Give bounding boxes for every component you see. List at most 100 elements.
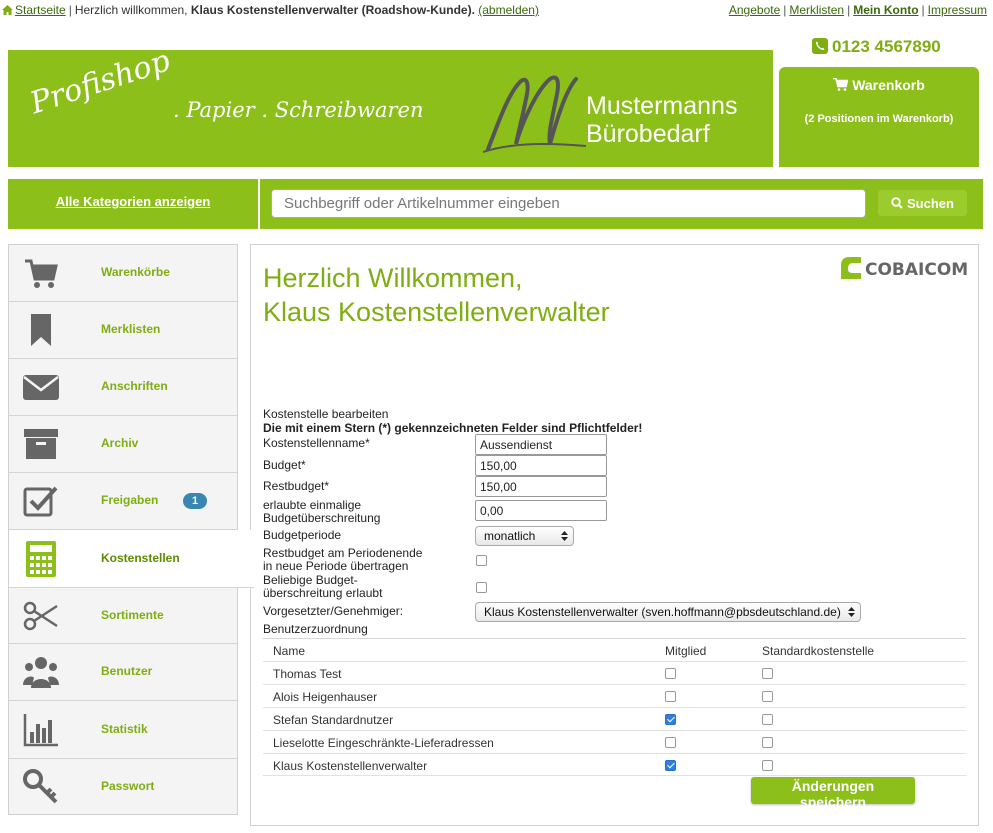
sidebar-item-label: Archiv [101, 436, 139, 450]
cobaicom-logo-text: COBAICOM [865, 260, 968, 279]
rest-budget-input[interactable] [475, 476, 607, 497]
cobaicom-logo: COBAICOM [841, 257, 968, 279]
key-icon [23, 769, 58, 804]
logo-brand-line1: Mustermanns [586, 92, 738, 120]
sidebar-item-users[interactable]: Benutzer [9, 644, 237, 701]
offers-link[interactable]: Angebote [729, 3, 780, 17]
header-default-cost-center: Standardkostenstelle [762, 644, 875, 658]
select-arrows-icon [561, 531, 568, 541]
sidebar-item-label: Benutzer [101, 664, 153, 678]
budget-period-value: monatlich [484, 529, 536, 543]
any-overrun-checkbox[interactable] [476, 582, 487, 593]
default-cost-center-checkbox[interactable] [762, 668, 773, 679]
overrun-once-label-line2: Budgetüberschreitung [263, 511, 381, 525]
budget-label: Budget* [263, 458, 306, 472]
cart-title: Warenkorb [779, 77, 979, 93]
table-row: Alois Heigenhauser [263, 684, 966, 707]
required-fields-notice: Die mit einem Stern (*) gekennzeichneten… [263, 421, 643, 435]
bookmark-icon [31, 314, 51, 346]
name-label: Kostenstellenname* [263, 436, 370, 450]
header-banner[interactable]: Profishop . Papier . Schreibwaren Muster… [8, 50, 773, 167]
table-row: Thomas Test [263, 661, 966, 684]
sidebar-item-archive[interactable]: Archiv [9, 416, 237, 473]
users-icon [23, 657, 59, 688]
search-bar: Suchen [260, 179, 983, 229]
member-checkbox[interactable] [665, 737, 676, 748]
header-member: Mitglied [665, 644, 707, 658]
cart-icon [25, 259, 58, 288]
member-checkbox[interactable] [665, 760, 676, 771]
any-overrun-label: Beliebige Budget- überschreitung erlaubt [263, 574, 382, 600]
home-link[interactable]: Startseite [15, 3, 66, 17]
approver-select[interactable]: Klaus Kostenstellenverwalter (sven.hoffm… [475, 602, 861, 622]
approver-label: Vorgesetzter/Genehmiger: [263, 604, 404, 618]
wishlists-link[interactable]: Merklisten [789, 3, 844, 17]
sidebar-item-label: Freigaben [101, 493, 159, 507]
default-cost-center-checkbox[interactable] [762, 737, 773, 748]
sidebar-item-approvals[interactable]: Freigaben 1 [9, 473, 237, 530]
welcome-line2: Klaus Kostenstellenverwalter [263, 297, 610, 327]
separator: | [847, 3, 851, 17]
logo-tagline: . Papier . Schreibwaren [173, 98, 424, 122]
separator: | [921, 3, 925, 17]
user-name-cell: Alois Heigenhauser [273, 690, 378, 704]
search-button-label: Suchen [907, 195, 954, 211]
budget-period-select[interactable]: monatlich [475, 526, 574, 546]
search-button[interactable]: Suchen [878, 190, 967, 216]
phone-number: 0123 4567890 [812, 37, 941, 57]
page-title: Herzlich Willkommen, Klaus Kostenstellen… [263, 261, 610, 329]
member-checkbox[interactable] [665, 714, 676, 725]
sidebar-item-addresses[interactable]: Anschriften [9, 359, 237, 416]
greeting-text: Herzlich willkommen, [74, 3, 188, 17]
all-categories-button[interactable]: Alle Kategorien anzeigen [8, 179, 258, 229]
user-name-cell: Stefan Standardnutzer [273, 713, 394, 727]
brand-monogram-logo [482, 75, 587, 153]
table-header-row: Name Mitglied Standardkostenstelle [263, 638, 966, 661]
calculator-icon [26, 540, 56, 577]
top-bar: Startseite | Herzlich willkommen, Klaus Ko… [0, 0, 993, 20]
sidebar-item-cost-centers[interactable]: Kostenstellen [9, 530, 254, 588]
logout-link[interactable]: (abmelden) [478, 3, 539, 17]
approvals-count-badge: 1 [183, 493, 207, 509]
sidebar-item-assortments[interactable]: Sortimente [9, 588, 237, 644]
sidebar-item-wishlists[interactable]: Merklisten [9, 302, 237, 359]
overrun-once-label: erlaubte einmalige Budgetüberschreitung [263, 499, 380, 525]
checkbox-icon [23, 486, 58, 517]
search-input[interactable] [271, 189, 866, 218]
logo-brand-line2: Bürobedarf [586, 120, 710, 148]
header-name: Name [273, 644, 306, 658]
any-overrun-label-line2: überschreitung erlaubt [263, 586, 383, 600]
phone-text: 0123 4567890 [832, 37, 941, 56]
envelope-icon [23, 375, 59, 400]
logo-brand-name: Mustermanns Bürobedarf [586, 92, 737, 148]
budget-input[interactable] [475, 455, 607, 476]
default-cost-center-checkbox[interactable] [762, 760, 773, 771]
logo-profishop: Profishop [26, 50, 175, 122]
sidebar-item-password[interactable]: Passwort [9, 759, 237, 815]
form-heading: Kostenstelle bearbeiten [263, 407, 389, 421]
cart-positions: (2 Positionen im Warenkorb) [804, 113, 954, 125]
save-changes-button[interactable]: Änderungen speichern [751, 777, 915, 810]
default-cost-center-checkbox[interactable] [762, 714, 773, 725]
default-cost-center-checkbox[interactable] [762, 691, 773, 702]
sidebar-item-label: Anschriften [101, 379, 168, 393]
cart-box[interactable]: Warenkorb (2 Positionen im Warenkorb) [779, 67, 979, 167]
home-icon [2, 5, 13, 15]
sidebar-item-label: Merklisten [101, 322, 161, 336]
carry-over-checkbox[interactable] [476, 555, 487, 566]
sidebar-item-label: Sortimente [101, 607, 164, 622]
rest-budget-label: Restbudget* [263, 479, 330, 493]
table-row: Klaus Kostenstellenverwalter [263, 753, 966, 776]
member-checkbox[interactable] [665, 668, 676, 679]
sidebar-item-statistics[interactable]: Statistik [9, 701, 237, 759]
cost-center-name-input[interactable] [475, 434, 607, 455]
member-checkbox[interactable] [665, 691, 676, 702]
sidebar-item-carts[interactable]: Warenkörbe [9, 245, 237, 302]
user-name: Klaus Kostenstellenverwalter (Roadshow-K… [190, 3, 475, 17]
my-account-link[interactable]: Mein Konto [853, 3, 918, 17]
user-name-cell: Thomas Test [273, 667, 342, 681]
overrun-once-input[interactable] [475, 500, 607, 521]
user-assignment-label: Benutzerzuordnung [263, 622, 368, 636]
sidebar-item-label: Warenkörbe [101, 265, 170, 279]
imprint-link[interactable]: Impressum [928, 3, 987, 17]
